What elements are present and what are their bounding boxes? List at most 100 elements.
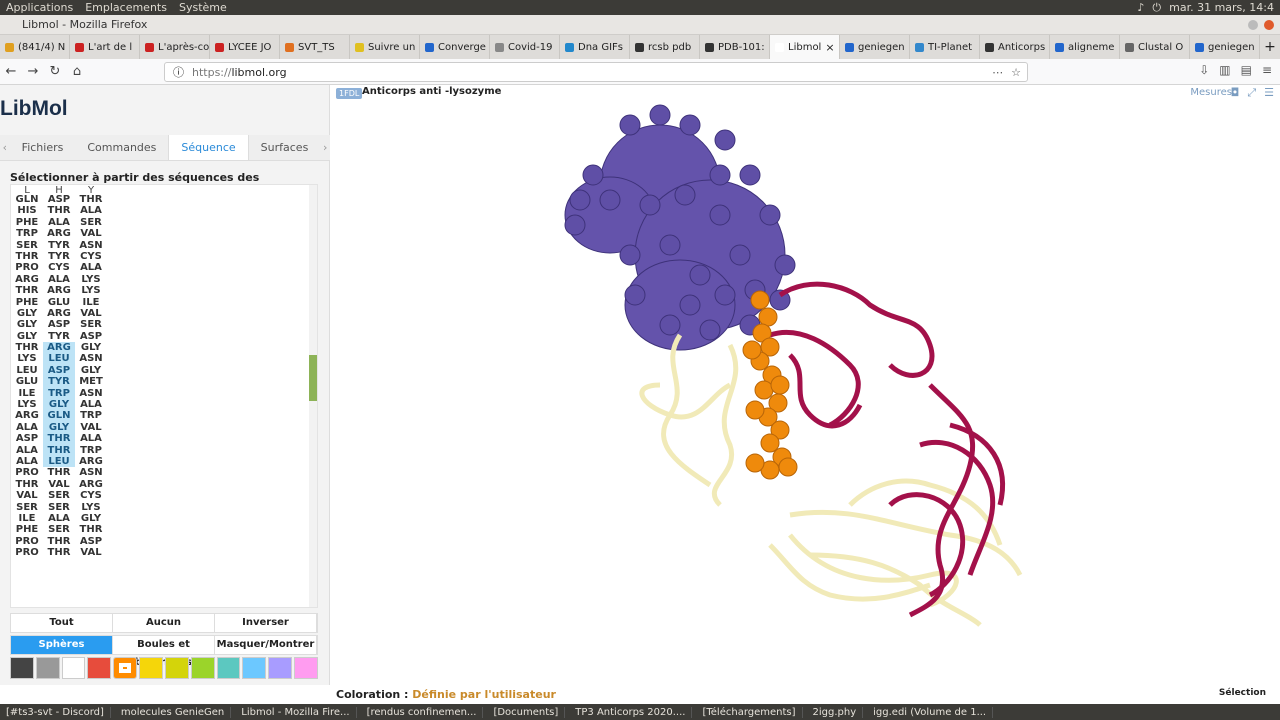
residue[interactable]: SER <box>11 502 43 513</box>
close-window-button[interactable] <box>1264 19 1274 30</box>
browser-tab[interactable]: TI-Planet <box>910 35 980 59</box>
residue[interactable]: ALA <box>75 205 107 216</box>
residue[interactable]: VAL <box>75 547 107 558</box>
residue[interactable]: LEU <box>43 353 75 365</box>
volume-icon[interactable]: ♪ <box>1137 1 1144 14</box>
tab-fichiers[interactable]: Fichiers <box>10 135 76 160</box>
residue[interactable]: ALA <box>75 433 107 444</box>
residue[interactable]: THR <box>43 547 75 558</box>
residue[interactable]: ARG <box>11 410 43 421</box>
select-none-button[interactable]: Aucun <box>113 614 215 632</box>
residue[interactable]: SER <box>43 502 75 513</box>
download-icon[interactable]: ⇩ <box>1199 63 1209 77</box>
residue[interactable]: SER <box>75 319 107 330</box>
residue[interactable]: LEU <box>43 455 75 468</box>
residue[interactable]: TYR <box>43 240 75 251</box>
color-swatch[interactable] <box>35 657 60 679</box>
residue[interactable]: PHE <box>11 217 43 228</box>
residue[interactable]: GLY <box>11 308 43 319</box>
browser-tab[interactable]: Suivre un <box>350 35 420 59</box>
residue[interactable]: HIS <box>11 205 43 216</box>
residue[interactable]: ALA <box>11 445 43 456</box>
residue[interactable]: ALA <box>11 456 43 467</box>
browser-tab[interactable]: SVT_TS <box>280 35 350 59</box>
sidebar-icon[interactable]: ▤ <box>1241 63 1252 77</box>
residue[interactable]: ASP <box>75 331 107 342</box>
new-tab-button[interactable]: + <box>1260 35 1280 59</box>
browser-tab[interactable]: Clustal O <box>1120 35 1190 59</box>
clock[interactable]: mar. 31 mars, 14:4 <box>1169 1 1274 14</box>
color-swatch[interactable] <box>139 657 163 679</box>
residue[interactable]: TRP <box>11 228 43 239</box>
residue[interactable]: ARG <box>75 456 107 467</box>
residue[interactable]: VAL <box>75 422 107 433</box>
minimize-button[interactable] <box>1248 19 1258 30</box>
browser-tab[interactable]: rcsb pdb <box>630 35 700 59</box>
residue[interactable]: ALA <box>75 399 107 410</box>
residue[interactable]: ASN <box>75 240 107 251</box>
color-swatch[interactable] <box>216 657 241 679</box>
residue[interactable]: ASN <box>75 353 107 364</box>
color-swatch[interactable] <box>61 657 86 679</box>
residue[interactable]: ARG <box>75 479 107 490</box>
residue[interactable]: GLN <box>43 410 75 422</box>
residue[interactable]: THR <box>75 194 107 205</box>
camera-icon[interactable]: ◘ <box>1231 86 1240 100</box>
taskbar-item[interactable]: igg.edi (Volume de 1... <box>867 706 994 718</box>
taskbar-item[interactable]: [rendus confinemen... <box>361 706 484 718</box>
residue[interactable]: GLY <box>75 513 107 524</box>
residue[interactable]: ASN <box>75 388 107 399</box>
power-icon[interactable]: ⏻ <box>1152 1 1161 15</box>
residue[interactable]: ALA <box>43 274 75 285</box>
residue[interactable]: PHE <box>11 297 43 308</box>
home-button[interactable]: ⌂ <box>66 64 88 79</box>
residue[interactable]: ILE <box>11 513 43 524</box>
residue[interactable]: ALA <box>75 262 107 273</box>
residue[interactable]: LYS <box>11 353 43 364</box>
residue[interactable]: GLN <box>11 194 43 205</box>
scrollbar-thumb[interactable] <box>309 355 317 401</box>
residue[interactable]: THR <box>43 205 75 216</box>
menu-systeme[interactable]: Système <box>173 1 233 14</box>
residue[interactable]: GLY <box>11 319 43 330</box>
menu-icon[interactable]: ≡ <box>1262 63 1272 77</box>
library-icon[interactable]: ▥ <box>1219 63 1230 77</box>
residue[interactable]: THR <box>11 479 43 490</box>
residue[interactable]: GLY <box>43 399 75 411</box>
browser-tab[interactable]: Dna GIFs <box>560 35 630 59</box>
taskbar-item[interactable]: Libmol - Mozilla Fire... <box>235 706 357 718</box>
color-swatch[interactable] <box>268 657 293 679</box>
back-button[interactable]: ← <box>0 64 22 79</box>
residue[interactable]: ALA <box>43 217 75 228</box>
residue[interactable]: THR <box>11 342 43 353</box>
residue[interactable]: ALA <box>43 513 75 524</box>
residue[interactable]: SER <box>11 240 43 251</box>
residue[interactable]: VAL <box>43 479 75 490</box>
residue[interactable]: VAL <box>75 308 107 319</box>
residue[interactable]: PHE <box>11 524 43 535</box>
ball-and-stick-button[interactable]: Boules et bâtonnets <box>113 636 215 668</box>
color-swatch[interactable] <box>294 657 318 679</box>
residue[interactable]: CYS <box>43 262 75 273</box>
settings-icon[interactable]: ☰ <box>1264 86 1274 100</box>
taskbar-item[interactable]: TP3 Anticorps 2020.... <box>569 706 693 718</box>
residue[interactable]: MET <box>75 376 107 387</box>
browser-tab[interactable]: geniegen <box>840 35 910 59</box>
browser-tab[interactable]: L'après-co <box>140 35 210 59</box>
residue[interactable]: PRO <box>11 262 43 273</box>
color-swatch[interactable] <box>242 657 267 679</box>
residue[interactable]: CYS <box>75 490 107 501</box>
color-swatch[interactable] <box>190 657 215 679</box>
color-swatch[interactable] <box>164 657 189 679</box>
residue[interactable]: ASP <box>43 364 75 377</box>
residue[interactable]: GLY <box>11 331 43 342</box>
taskbar-item[interactable]: [Documents] <box>487 706 566 718</box>
residue[interactable]: THR <box>43 536 75 547</box>
residue[interactable]: VAL <box>11 490 43 501</box>
invert-selection-button[interactable]: Inverser <box>215 614 317 632</box>
color-swatch[interactable] <box>10 657 34 679</box>
residue[interactable]: PRO <box>11 467 43 478</box>
browser-tab[interactable]: Libmol × <box>770 35 840 59</box>
selection-status[interactable]: Sélection <box>1219 688 1266 698</box>
residue[interactable]: SER <box>75 217 107 228</box>
